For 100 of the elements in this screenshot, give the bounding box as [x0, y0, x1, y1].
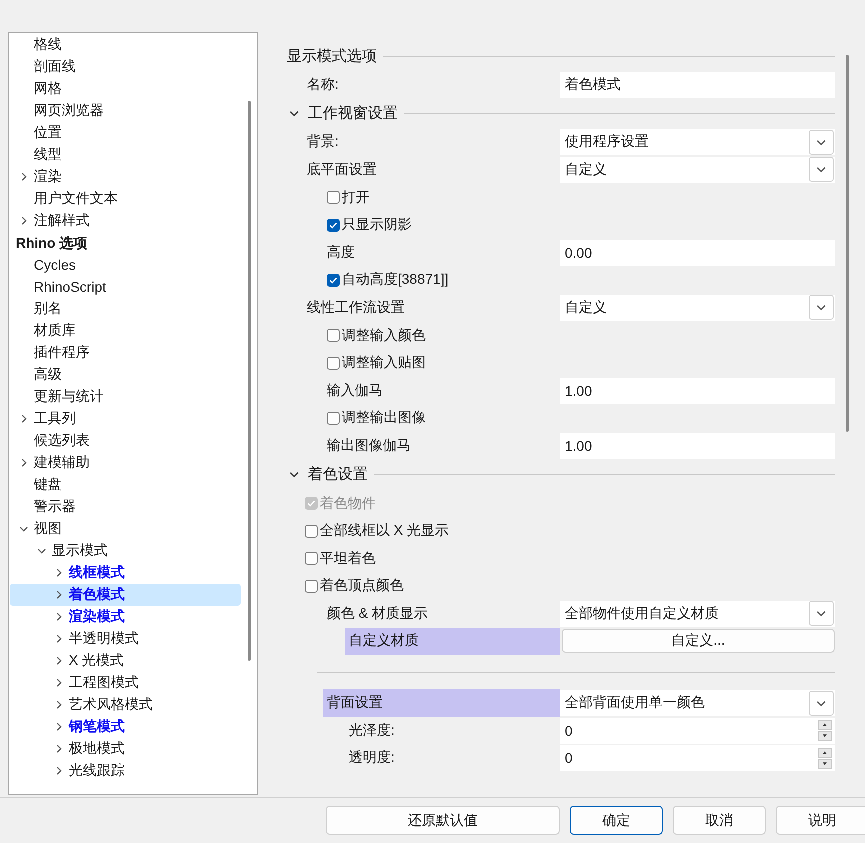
collapse-icon[interactable]: [19, 524, 29, 534]
ok-button[interactable]: 确定: [570, 806, 663, 835]
expand-icon[interactable]: [19, 172, 29, 182]
setting-label: 输出图像伽马: [326, 436, 411, 455]
checkbox-label: 只显示阴影: [342, 216, 412, 234]
tree-item[interactable]: 视图: [10, 518, 241, 540]
section-title: 着色设置: [308, 465, 368, 484]
tree-item[interactable]: 高级: [10, 364, 241, 386]
expand-icon[interactable]: [54, 700, 64, 710]
checkbox[interactable]: [327, 329, 340, 342]
scrollbar-thumb[interactable]: [248, 101, 251, 661]
increment-icon[interactable]: [818, 720, 832, 730]
tree-item[interactable]: 别名: [10, 298, 241, 320]
checkbox-label: 调整输出图像: [342, 409, 426, 428]
expand-icon[interactable]: [19, 216, 29, 226]
checkbox[interactable]: [327, 274, 340, 287]
checkbox[interactable]: [327, 191, 340, 204]
tree-item[interactable]: 渲染模式: [10, 606, 241, 628]
tree-item[interactable]: X 光模式: [10, 650, 241, 672]
expand-icon[interactable]: [54, 656, 64, 666]
tree-item[interactable]: 用户文件文本: [10, 188, 241, 210]
text-field[interactable]: 1.00: [560, 432, 835, 459]
dropdown[interactable]: 使用程序设置: [560, 129, 835, 156]
tree-item[interactable]: 更新与统计: [10, 386, 241, 408]
checkbox[interactable]: [305, 580, 318, 593]
text-field[interactable]: 0.00: [560, 240, 835, 266]
customize-button[interactable]: 自定义...: [562, 629, 835, 654]
tree-item[interactable]: 极地模式: [10, 738, 241, 760]
dropdown[interactable]: 自定义: [560, 156, 835, 183]
tree-item[interactable]: 钢笔模式: [10, 716, 241, 738]
tree-item[interactable]: 光线跟踪: [10, 760, 241, 782]
tree-item[interactable]: 位置: [10, 122, 241, 144]
tree-item[interactable]: 工程图模式: [10, 672, 241, 694]
setting-label: 高度: [326, 242, 355, 262]
tree-item[interactable]: 格线: [10, 34, 241, 56]
expand-icon[interactable]: [54, 744, 64, 754]
section-title: 工作视窗设置: [308, 104, 398, 124]
tree-item[interactable]: 工具列: [10, 408, 241, 430]
dialog-button[interactable]: 说明: [776, 806, 865, 835]
tree-item[interactable]: 插件程序: [10, 342, 241, 364]
tree-item[interactable]: 网格: [10, 78, 241, 100]
tree-item[interactable]: 渲染: [10, 166, 241, 188]
checkbox[interactable]: [327, 356, 340, 370]
tree-item[interactable]: 网页浏览器: [10, 100, 241, 122]
scrollbar-thumb[interactable]: [846, 55, 849, 432]
tree-item[interactable]: 显示模式: [10, 540, 241, 562]
expand-icon[interactable]: [54, 634, 64, 644]
setting-label: 背面设置: [323, 689, 560, 717]
tree-item[interactable]: 警示器: [10, 496, 241, 518]
expand-icon[interactable]: [54, 590, 64, 600]
setting-label: 输入伽马: [326, 380, 383, 400]
tree-item[interactable]: 艺术风格模式: [10, 694, 241, 716]
setting-label: 透明度:: [348, 748, 395, 768]
checkbox-label: 自动高度[38871]]: [342, 271, 449, 290]
tree-item[interactable]: 线型: [10, 144, 241, 166]
expand-icon[interactable]: [54, 568, 64, 578]
checkbox[interactable]: [327, 412, 340, 425]
decrement-icon[interactable]: [818, 731, 832, 742]
setting-label: 背景:: [306, 132, 339, 152]
tree-item[interactable]: 剖面线: [10, 56, 241, 78]
number-field[interactable]: 0: [560, 745, 835, 772]
expand-icon[interactable]: [54, 678, 64, 688]
checkbox[interactable]: [305, 552, 318, 566]
tree-item[interactable]: 半透明模式: [10, 628, 241, 650]
setting-label: 名称:: [306, 74, 339, 94]
setting-label: 线性工作流设置: [306, 298, 405, 317]
expand-icon[interactable]: [19, 458, 29, 468]
tree-item[interactable]: 键盘: [10, 474, 241, 496]
checkmark-icon: [306, 498, 317, 510]
tree-item[interactable]: 着色模式: [10, 584, 241, 606]
dropdown[interactable]: 全部背面使用单一颜色: [560, 690, 835, 716]
dropdown[interactable]: 全部物件使用自定义材质: [560, 600, 835, 627]
tree-item[interactable]: Cycles: [10, 254, 241, 276]
expand-icon[interactable]: [54, 766, 64, 776]
restore-defaults-button[interactable]: 还原默认值: [326, 806, 560, 835]
text-field[interactable]: 1.00: [560, 378, 835, 404]
tree-item[interactable]: 注解样式: [10, 210, 241, 232]
tree-item[interactable]: 线框模式: [10, 562, 241, 584]
setting-label: 颜色 & 材质显示: [326, 604, 428, 623]
expand-icon[interactable]: [54, 722, 64, 732]
checkbox-label: 调整输入颜色: [342, 326, 426, 345]
setting-label: 底平面设置: [306, 160, 377, 179]
dropdown[interactable]: 自定义: [560, 294, 835, 321]
expand-icon[interactable]: [19, 414, 29, 424]
tree-item[interactable]: 材质库: [10, 320, 241, 342]
increment-icon[interactable]: [818, 748, 832, 758]
dialog-button[interactable]: 取消: [673, 806, 766, 835]
text-field[interactable]: 着色模式: [560, 72, 835, 98]
expand-icon[interactable]: [54, 612, 64, 622]
decrement-icon[interactable]: [818, 758, 832, 769]
tree-item[interactable]: RhinoScript: [10, 276, 241, 298]
tree-item[interactable]: 建模辅助: [10, 452, 241, 474]
checkbox[interactable]: [327, 218, 340, 232]
checkbox-label: 着色物件: [320, 494, 376, 513]
checkbox-label: 全部线框以 X 光显示: [320, 522, 450, 540]
collapse-icon[interactable]: [37, 546, 47, 556]
number-field[interactable]: 0: [560, 718, 835, 744]
tree-item[interactable]: 候选列表: [10, 430, 241, 452]
checkbox[interactable]: [305, 524, 318, 538]
tree-category[interactable]: Rhino 选项: [9, 232, 241, 254]
